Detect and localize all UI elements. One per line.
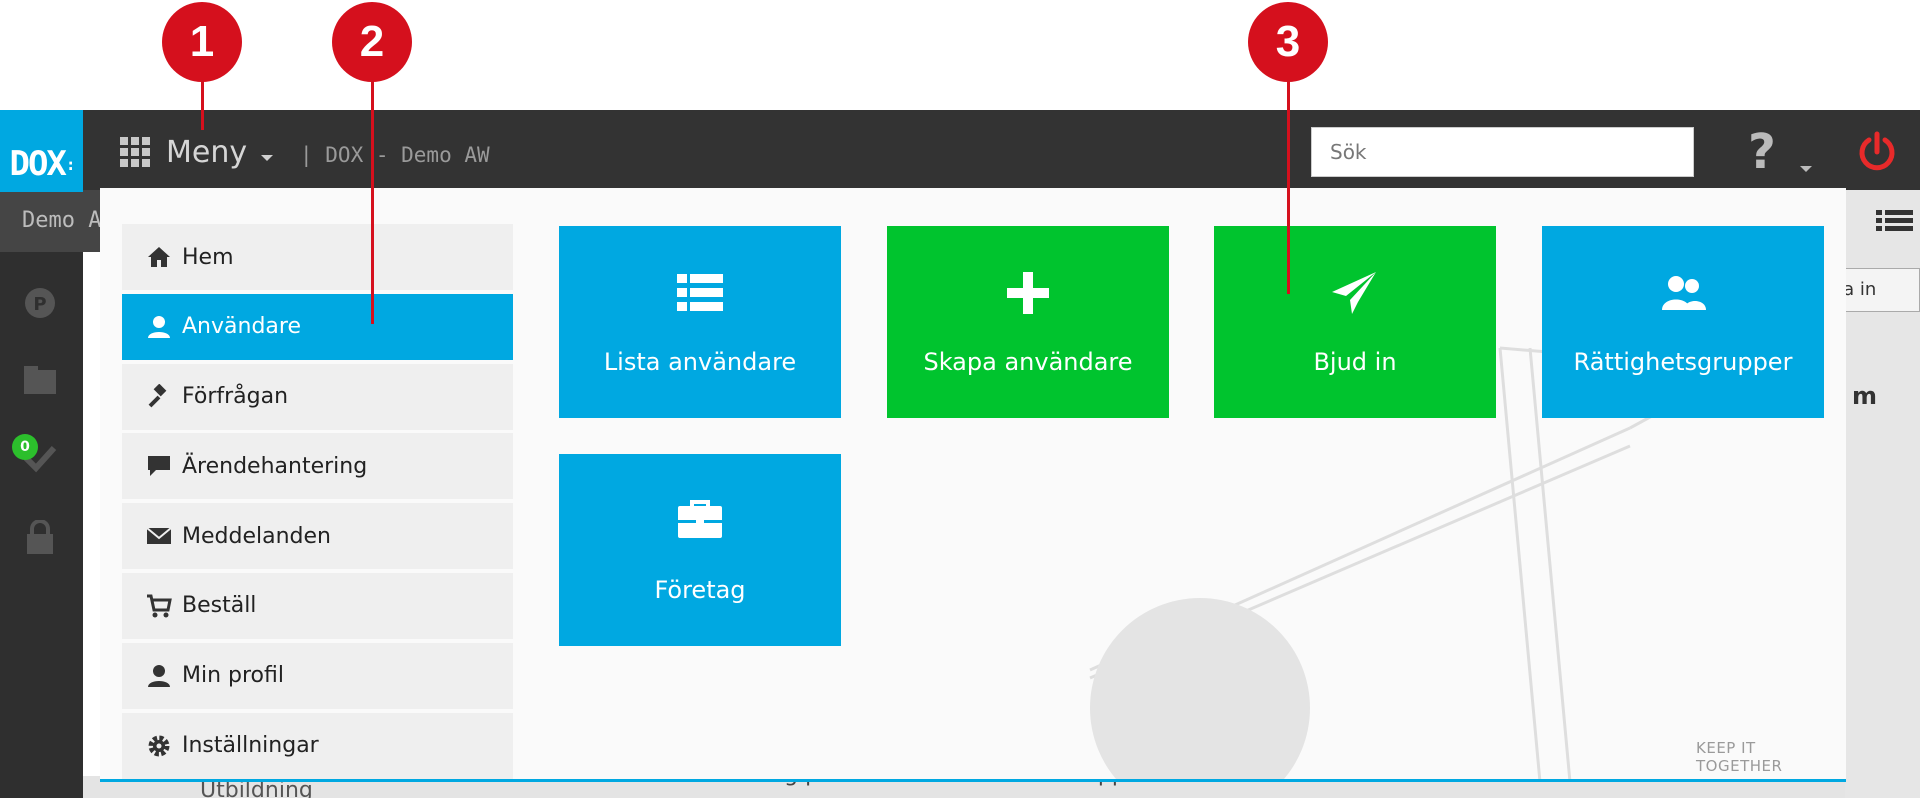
callout-1-line <box>201 80 204 130</box>
menu-label: Meny <box>166 134 248 170</box>
power-icon[interactable] <box>1855 130 1899 174</box>
svg-text:P: P <box>33 294 46 315</box>
breadcrumb: | DOX - Demo AW <box>300 143 490 167</box>
users-icon <box>1662 276 1706 310</box>
parking-icon[interactable]: P <box>22 285 58 321</box>
tile-label: Rättighetsgrupper <box>1573 348 1793 376</box>
logo-text: DOX <box>9 144 66 184</box>
menu-nav: Hem Användare Förfrågan Ärendehantering … <box>122 224 513 779</box>
tile-skapa-anvandare[interactable]: Skapa användare <box>887 226 1169 418</box>
nav-item-label: Hem <box>182 244 234 270</box>
profile-icon <box>148 664 170 687</box>
menu-button[interactable]: Meny <box>120 132 274 172</box>
nav-item-label: Ärendehantering <box>182 453 368 479</box>
nav-item-label: Meddelanden <box>182 523 331 549</box>
tile-label: Lista användare <box>603 348 797 376</box>
subbar-title: Demo A <box>22 208 102 233</box>
nav-item-bestall[interactable]: Beställ <box>122 572 513 639</box>
callout-1: 1 <box>162 2 242 82</box>
tile-label: Företag <box>654 576 746 604</box>
callout-2-line <box>371 80 374 324</box>
task-count-badge: 0 <box>12 434 38 460</box>
callout-3-line <box>1287 80 1290 294</box>
nav-item-hem[interactable]: Hem <box>122 224 513 290</box>
tile-lista-anvandare[interactable]: Lista användare <box>559 226 841 418</box>
nav-item-forfragan[interactable]: Förfrågan <box>122 363 513 430</box>
nav-item-label: Beställ <box>182 593 257 619</box>
folder-icon[interactable] <box>22 362 58 398</box>
gavel-icon <box>148 383 167 408</box>
speech-bubble-icon <box>148 456 170 477</box>
cart-icon <box>147 594 172 618</box>
plus-icon <box>1007 272 1049 314</box>
dox-logo[interactable]: DOX: <box>0 110 83 192</box>
nav-item-anvandare[interactable]: Användare <box>122 293 513 360</box>
callout-2: 2 <box>332 2 412 82</box>
envelope-icon <box>146 527 172 545</box>
paper-plane-icon <box>1332 272 1376 314</box>
nav-item-label: Förfrågan <box>182 384 289 410</box>
mega-menu-panel: Hem Användare Förfrågan Ärendehantering … <box>100 188 1846 782</box>
grid-icon <box>120 137 150 167</box>
home-icon <box>148 247 170 267</box>
help-dropdown-icon[interactable] <box>1800 166 1812 172</box>
tile-rattighetsgrupper[interactable]: Rättighetsgrupper <box>1542 226 1824 418</box>
tile-label: Skapa användare <box>923 348 1133 376</box>
nav-item-installningar[interactable]: Inställningar <box>122 712 513 779</box>
nav-item-meddelanden[interactable]: Meddelanden <box>122 503 513 570</box>
nav-item-label: Min profil <box>182 663 284 689</box>
search-input[interactable] <box>1311 127 1694 177</box>
callout-3: 3 <box>1248 2 1328 82</box>
gear-icon <box>148 735 170 757</box>
background-column-label: m <box>1852 382 1878 410</box>
tile-foretag[interactable]: Företag <box>559 454 841 646</box>
nav-item-label: Användare <box>182 314 301 340</box>
briefcase-icon <box>678 500 722 538</box>
tile-label: Bjud in <box>1313 348 1397 376</box>
lock-icon[interactable] <box>22 520 58 556</box>
nav-item-arendehantering[interactable]: Ärendehantering <box>122 433 513 500</box>
nav-item-min-profil[interactable]: Min profil <box>122 642 513 709</box>
user-icon <box>148 315 170 338</box>
chevron-down-icon <box>261 155 274 161</box>
question-icon[interactable]: ? <box>1748 124 1776 180</box>
tile-bjud-in[interactable]: Bjud in <box>1214 226 1496 418</box>
list-icon <box>677 274 723 311</box>
nav-item-label: Inställningar <box>182 733 319 759</box>
slogan-text: KEEP IT TOGETHER <box>1696 739 1783 775</box>
